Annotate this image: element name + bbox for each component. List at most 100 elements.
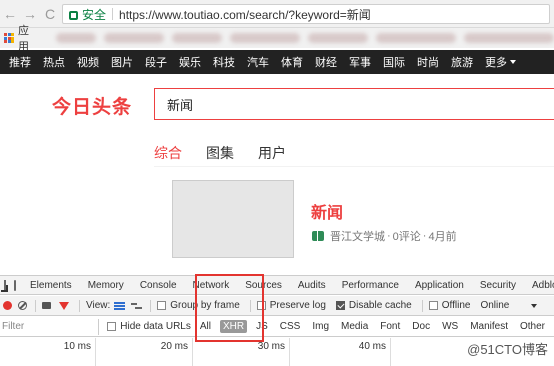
reload-button[interactable]: C	[40, 6, 60, 22]
nav-item[interactable]: 体育	[281, 54, 303, 70]
hide-data-urls-label: Hide data URLs	[120, 321, 191, 332]
blurred-bookmarks	[56, 33, 554, 43]
timeline-tick: 40 ms	[290, 338, 391, 366]
nav-item[interactable]: 图片	[111, 54, 133, 70]
filter-input[interactable]: Filter	[0, 318, 100, 335]
group-by-frame-checkbox[interactable]: Group by frame	[157, 300, 240, 311]
address-bar[interactable]: 安全 https://www.toutiao.com/search/?keywo…	[62, 4, 550, 24]
filter-type-all[interactable]: All	[197, 320, 214, 333]
meta-dot: ·	[422, 230, 427, 242]
filter-type-img[interactable]: Img	[309, 320, 332, 333]
devtools-tab-adblo[interactable]: Adblo	[532, 280, 554, 291]
url-text[interactable]: https://www.toutiao.com/search/?keyword=…	[119, 6, 371, 23]
devtools-tab-application[interactable]: Application	[415, 280, 464, 291]
filter-type-other[interactable]: Other	[517, 320, 548, 333]
nav-item[interactable]: 娱乐	[179, 54, 201, 70]
preserve-log-label: Preserve log	[269, 300, 326, 311]
timeline-tick: 30 ms	[193, 338, 290, 366]
devtools-tab-memory[interactable]: Memory	[88, 280, 124, 291]
throttle-select[interactable]: Online	[480, 300, 538, 311]
nav-item[interactable]: 财经	[315, 54, 337, 70]
checkbox-box[interactable]	[256, 301, 266, 310]
search-input[interactable]: 新闻	[154, 88, 554, 120]
bookmarks-bar: 应用	[0, 25, 554, 53]
devtools-tab-console[interactable]: Console	[140, 280, 177, 291]
checkbox-box[interactable]	[107, 322, 117, 331]
throttle-value: Online	[480, 300, 510, 311]
nav-item[interactable]: 汽车	[247, 54, 269, 70]
devtools-tab-security[interactable]: Security	[480, 280, 516, 291]
record-icon[interactable]	[3, 301, 12, 310]
filter-type-media[interactable]: Media	[338, 320, 371, 333]
filter-type-ws[interactable]: WS	[439, 320, 461, 333]
filter-type-xhr[interactable]: XHR	[219, 320, 248, 333]
meta-dot: ·	[387, 230, 391, 242]
result-comments: 0评论	[392, 231, 421, 243]
timeline-tick-label: 30 ms	[257, 341, 285, 352]
filter-type-doc[interactable]: Doc	[409, 320, 433, 333]
checkbox-box[interactable]	[428, 301, 438, 310]
clear-icon[interactable]	[18, 301, 27, 310]
preserve-log-checkbox[interactable]: Preserve log	[256, 300, 326, 311]
checkbox-box[interactable]	[157, 301, 167, 310]
nav-item[interactable]: 段子	[145, 54, 167, 70]
timeline-tick-label: 20 ms	[160, 341, 188, 352]
view-label: View:	[86, 300, 111, 311]
timeline-tick-label: 10 ms	[63, 341, 91, 352]
site-logo[interactable]: 今日头条	[52, 92, 132, 119]
site-top-nav: 推荐 热点 视频 图片 段子 娱乐 科技 汽车 体育 财经 军事 国际 时尚 旅游 更多	[0, 50, 554, 74]
nav-more-menu[interactable]: 更多	[485, 54, 507, 70]
filter-icon[interactable]	[59, 301, 69, 310]
nav-item[interactable]: 推荐	[9, 54, 31, 70]
hide-data-urls-checkbox[interactable]: Hide data URLs	[107, 321, 191, 332]
chevron-down-icon	[531, 303, 538, 308]
devtools-tab-sources[interactable]: Sources	[245, 280, 282, 291]
timeline-tick: 20 ms	[96, 338, 193, 366]
filter-type-font[interactable]: Font	[377, 320, 403, 333]
filter-type-manifest[interactable]: Manifest	[467, 320, 511, 333]
offline-checkbox[interactable]: Offline	[428, 300, 470, 311]
disable-cache-label: Disable cache	[348, 300, 412, 311]
disable-cache-checkbox[interactable]: Disable cache	[335, 300, 412, 311]
filter-type-css[interactable]: CSS	[277, 320, 304, 333]
device-toolbar-icon[interactable]	[14, 279, 16, 291]
nav-item[interactable]: 热点	[43, 54, 65, 70]
filter-type-js[interactable]: JS	[253, 320, 271, 333]
overview-icon[interactable]	[131, 302, 143, 310]
chevron-down-icon	[510, 60, 516, 64]
lock-icon	[69, 10, 78, 20]
network-filter-bar: Filter Hide data URLs All XHR JS CSS Img Medi…	[0, 317, 554, 337]
result-thumbnail[interactable]	[172, 180, 294, 258]
toolbar-divider	[150, 299, 152, 312]
back-button[interactable]: ←	[0, 6, 20, 22]
nav-item[interactable]: 时尚	[417, 54, 439, 70]
nav-item[interactable]: 旅游	[451, 54, 473, 70]
tabs-divider	[154, 166, 554, 167]
devtools-tab-network[interactable]: Network	[193, 280, 230, 291]
toolbar-divider	[249, 299, 251, 312]
apps-icon[interactable]	[4, 33, 14, 43]
capture-screenshots-icon[interactable]	[42, 302, 51, 309]
result-tabs: 综合 图集 用户	[154, 143, 286, 163]
nav-item[interactable]: 视频	[77, 54, 99, 70]
secure-label: 安全	[82, 7, 107, 22]
browser-toolbar: ← → C 安全 https://www.toutiao.com/search/…	[0, 0, 554, 28]
tab-0[interactable]: 综合	[154, 143, 182, 163]
tab-2[interactable]: 用户	[258, 143, 286, 163]
nav-item[interactable]: 科技	[213, 54, 235, 70]
book-icon	[312, 231, 324, 241]
toolbar-divider	[79, 299, 80, 312]
omnibox-separator	[112, 8, 114, 20]
forward-button[interactable]: →	[20, 6, 40, 22]
checkbox-box[interactable]	[335, 301, 345, 310]
result-title[interactable]: 新闻	[311, 199, 343, 223]
devtools-tab-performance[interactable]: Performance	[342, 280, 399, 291]
devtools-tab-audits[interactable]: Audits	[298, 280, 326, 291]
result-source[interactable]: 晋江文学城	[330, 228, 385, 244]
tab-1[interactable]: 图集	[206, 143, 234, 163]
inspect-element-icon[interactable]	[1, 280, 8, 292]
nav-item[interactable]: 国际	[383, 54, 405, 70]
large-rows-icon[interactable]	[114, 301, 126, 310]
devtools-tab-elements[interactable]: Elements	[30, 280, 72, 291]
nav-item[interactable]: 军事	[349, 54, 371, 70]
